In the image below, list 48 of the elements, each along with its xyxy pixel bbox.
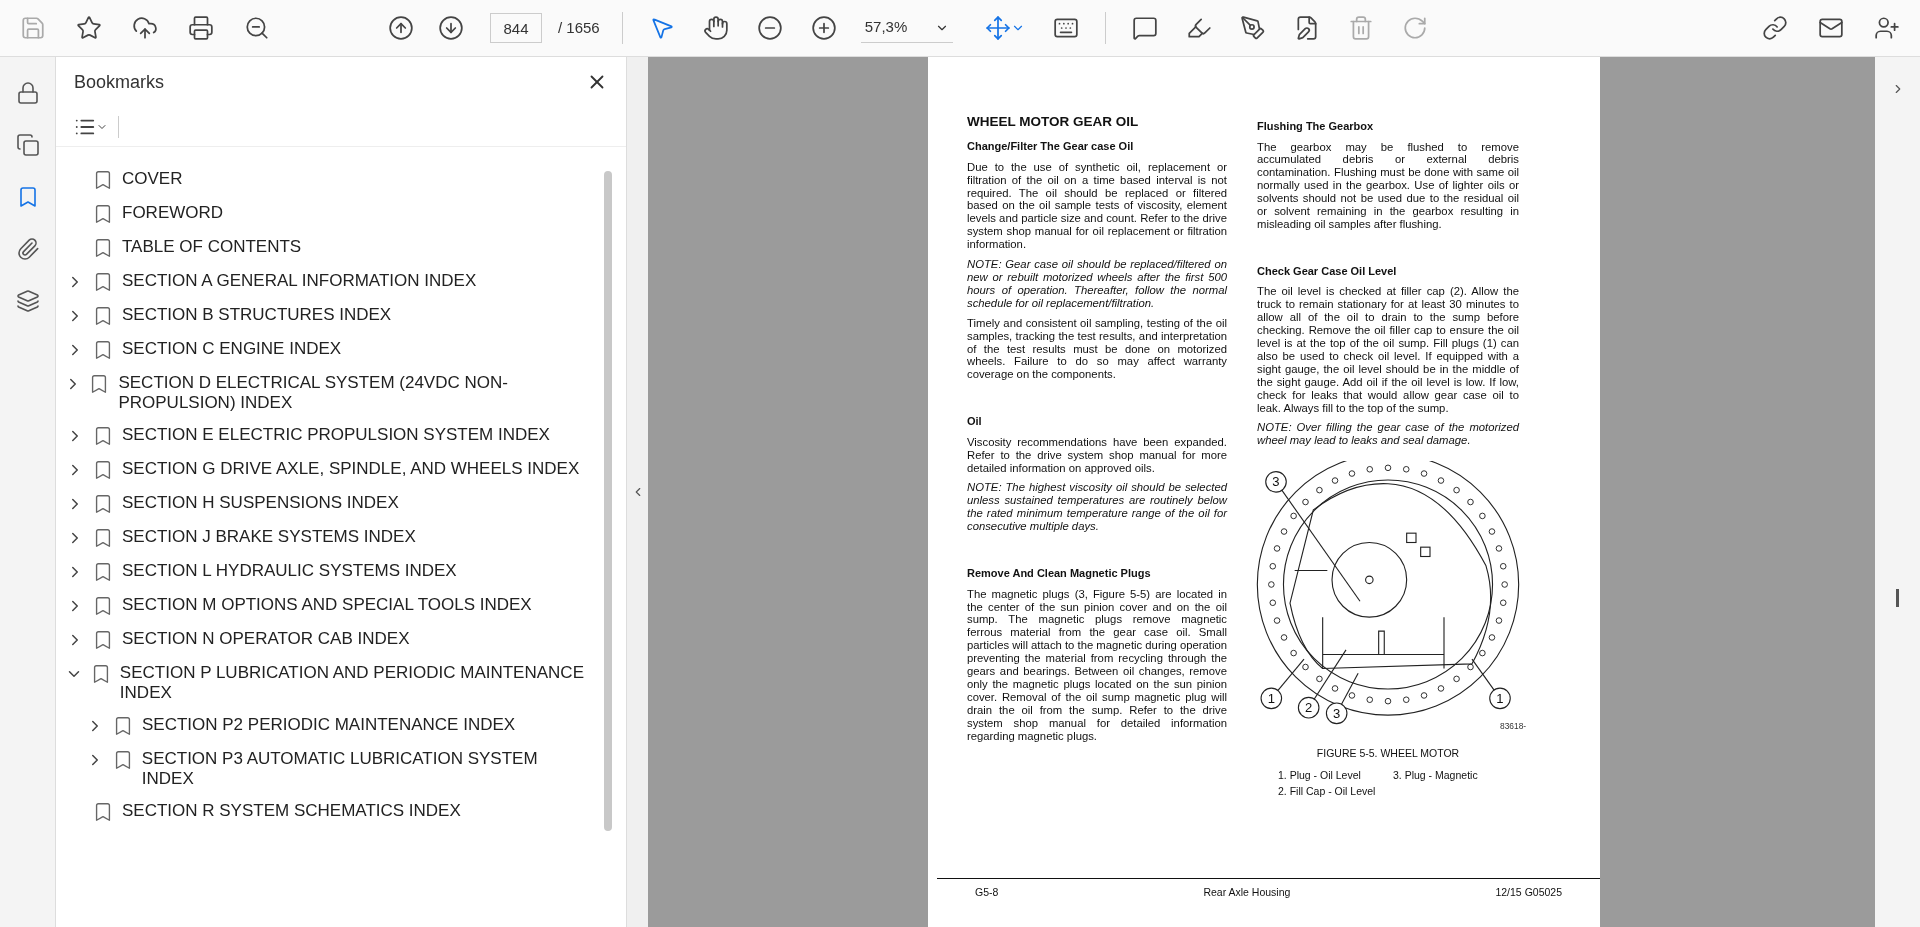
- body-paragraph: Viscosity recommendations have been expanded. Refer to the drive system shop manual for more detailed information on approved oils.: [967, 435, 1227, 475]
- bookmark-item[interactable]: SECTION B STRUCTURES INDEX: [122, 305, 392, 325]
- zoom-dropdown[interactable]: 57,3%: [860, 13, 953, 43]
- bookmark-item[interactable]: SECTION R SYSTEM SCHEMATICS INDEX: [122, 801, 461, 821]
- subheading: Oil: [967, 414, 983, 430]
- bookmark-item[interactable]: FOREWORD: [122, 203, 224, 223]
- body-paragraph: Timely and consistent oil sampling, testing of the oil samples, tracking the test results, and interpretation of the test results must be done on motorized wheels. Failure to do so may affect warranty coverage on the components.: [967, 316, 1227, 382]
- subheading: Check Gear Case Oil Level: [1257, 263, 1398, 279]
- options-menu-button[interactable]: [74, 115, 119, 138]
- scrollbar[interactable]: [604, 171, 612, 831]
- bookmark-item[interactable]: SECTION P LUBRICATION AND PERIODIC MAINTENANCE INDEX: [119, 663, 590, 703]
- panel-title: Bookmarks: [74, 70, 165, 94]
- move-icon: [984, 15, 1011, 41]
- legend-item: 2. Fill Cap - Oil Level: [1278, 783, 1377, 799]
- bookmark-item[interactable]: SECTION P2 PERIODIC MAINTENANCE INDEX: [142, 715, 516, 735]
- page-number-field[interactable]: 844: [490, 13, 542, 43]
- note-paragraph: NOTE: Gear case oil should be replaced/filtered on new or rebuilt motorized wheels after the first 500 hours of operation. Thereafter, follow the normal schedule for oil replacement/filtration.: [967, 258, 1227, 310]
- subheading: Change/Filter The Gear case Oil: [967, 139, 1135, 155]
- bookmark-item[interactable]: TABLE OF CONTENTS: [122, 237, 302, 257]
- bookmark-item[interactable]: SECTION N OPERATOR CAB INDEX: [122, 629, 410, 649]
- bookmark-item[interactable]: SECTION P3 AUTOMATIC LUBRICATION SYSTEM INDEX: [141, 749, 590, 789]
- body-paragraph: Due to the use of synthetic oil, replacement or filtration of the oil on a time based interval is not required. The oil should be replaced or filtered based on the oil sample tests of viscosity, element levels and particle size and count. Refer to the drive system shop manual for oil replacement or filtration information.: [967, 160, 1227, 252]
- bookmark-item[interactable]: SECTION L HYDRAULIC SYSTEMS INDEX: [122, 561, 457, 581]
- scroll-thumb[interactable]: [1896, 589, 1899, 607]
- page-total: / 1656: [558, 17, 600, 38]
- note-paragraph: NOTE: The highest viscosity oil should be selected unless sustained temperatures are routinely below the rated minimum temperature range of the oil for consecutive multiple days.: [967, 481, 1227, 534]
- bookmark-item[interactable]: SECTION G DRIVE AXLE, SPINDLE, AND WHEELS INDEX: [122, 459, 580, 479]
- subheading: Remove And Clean Magnetic Plugs: [967, 566, 1152, 582]
- bookmark-item[interactable]: SECTION H SUSPENSIONS INDEX: [122, 493, 399, 513]
- legend-item: 1. Plug - Oil Level: [1278, 767, 1362, 783]
- body-paragraph: The gearbox may be flushed to remove accumulated debris or external debris contamination. Flushing must be done with same oil normally used in the gearbox. Use of lighter oils or solvents should not be used due to the residual oil or solvent remaining in the gearbox resulting in misleading oil samples after flushing.: [1257, 140, 1519, 231]
- footer-title: Rear Axle Housing: [1203, 885, 1291, 901]
- figure-caption: FIGURE 5-5. WHEEL MOTOR: [1316, 746, 1460, 762]
- bookmark-item[interactable]: SECTION A GENERAL INFORMATION INDEX: [122, 271, 477, 291]
- footer-code: 12/15 G05025: [1495, 885, 1562, 901]
- body-paragraph: The magnetic plugs (3, Figure 5-5) are located in the center of the sun pinion cover and on the oil sump. The magnetic plugs remove magnetic ferrous material from the gear case oil. Small particles will attach to the magnetic during operation preventing the material from recycling through the gears and bearings. Between oil changes, remove only the magnetic plugs located on the sun pinion cover. Removal of the oil sump magnetic plug will drain the oil from the sump. Refer to the drive system shop manual for detailed information regarding magnetic plugs.: [967, 587, 1227, 743]
- bookmark-item[interactable]: SECTION M OPTIONS AND SPECIAL TOOLS INDEX: [122, 595, 532, 615]
- bookmark-item[interactable]: SECTION D ELECTRICAL SYSTEM (24VDC NON-PROPULSION) INDEX: [118, 373, 590, 413]
- note-paragraph: NOTE: Over filling the gear case of the motorized wheel may lead to leaks and seal damage.: [1257, 421, 1519, 448]
- bookmark-item[interactable]: SECTION E ELECTRIC PROPULSION SYSTEM INDEX: [122, 425, 550, 445]
- subheading: Flushing The Gearbox: [1257, 119, 1375, 134]
- section-title: WHEEL MOTOR GEAR OIL: [967, 113, 1140, 131]
- body-paragraph: The oil level is checked at filler cap (2). Allow the truck to remain stationary for at least 30 minutes to allow all of the oil to drain to the sump before checking. Remove the oil filler cap to ensure the oil level is at the top of the oil sump. Fill plugs (1) can also be used to check oil level. If equipped with a sight gauge, the oil level should be in the middle of the sight gauge. Add oil if the oil level is low. If low, check for leaks that would allow gear case oil to leak. Always fill to the top of the sump.: [1257, 285, 1519, 415]
- bookmark-item[interactable]: SECTION J BRAKE SYSTEMS INDEX: [122, 527, 416, 547]
- bookmark-item[interactable]: SECTION C ENGINE INDEX: [122, 339, 342, 359]
- bookmark-item[interactable]: COVER: [122, 169, 183, 189]
- footer-page-number: G5-8: [975, 885, 999, 901]
- legend-item: 3. Plug - Magnetic: [1393, 767, 1479, 783]
